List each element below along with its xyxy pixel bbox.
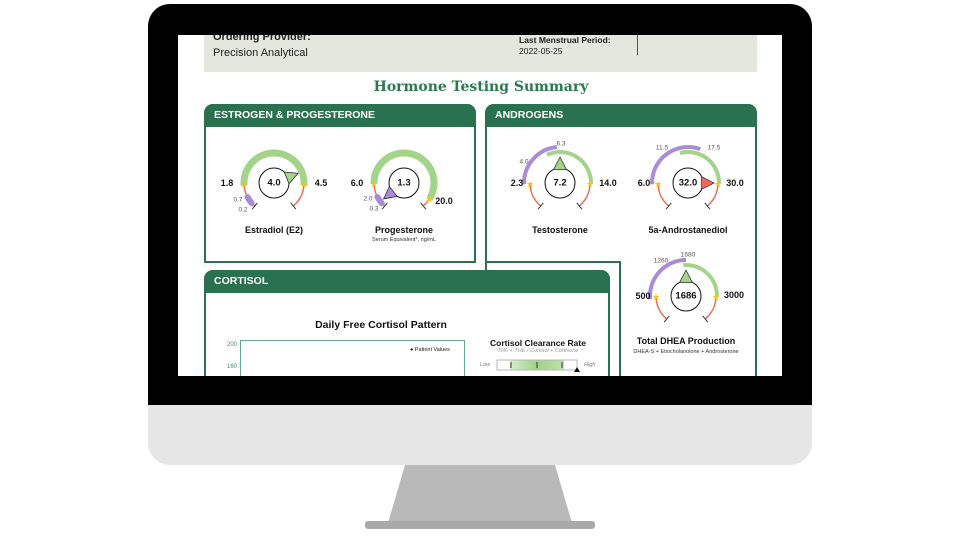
dhea-value: 1686 xyxy=(675,290,697,302)
cortisol-chart-area xyxy=(240,340,465,376)
lmp-value: 2022-05-25 xyxy=(519,46,563,56)
legend-label: Patient Values xyxy=(414,347,450,353)
testosterone-range-label: 4.0 xyxy=(519,158,529,166)
star-icon: ★ xyxy=(300,180,308,190)
clearance-low-label: Low xyxy=(480,362,491,368)
star-icon: ★ xyxy=(526,179,534,189)
dhea-range-label: 1680 xyxy=(680,251,696,259)
androstanediol-range-label: 11.5 xyxy=(655,144,669,152)
cortisol-panel-header: CORTISOL xyxy=(204,270,610,293)
progesterone-range-label: 2.0 xyxy=(363,195,373,203)
clearance-title: Cortisol Clearance Rate xyxy=(490,338,586,348)
progesterone-name: Progesterone xyxy=(374,225,434,235)
estradiol-range-label: 0.2 xyxy=(238,206,248,214)
star-icon: ★ xyxy=(714,179,722,189)
screen: Ordering Provider: Precision Analytical … xyxy=(178,35,782,376)
value-pointer-icon xyxy=(553,156,567,170)
chart-legend: ● Patient Values xyxy=(410,347,450,353)
dhea-subtitle: DHEA-S + Etiocholanolone + Androsterone xyxy=(633,349,739,355)
star-icon: ★ xyxy=(712,292,720,302)
androstanediol-value: 32.0 xyxy=(678,177,698,189)
estradiol-high-label: 4.5 xyxy=(314,178,328,188)
divider xyxy=(637,35,638,55)
value-pointer-icon xyxy=(701,176,715,190)
testosterone-high-label: 14.0 xyxy=(599,178,617,188)
testosterone-range-label: 6.3 xyxy=(556,140,566,148)
estradiol-low-label: 1.8 xyxy=(220,178,234,188)
dhea-name: Total DHEA Production xyxy=(636,336,736,346)
purple-range-arc xyxy=(374,194,385,207)
clearance-formula: THF + THE / Cortisol + Cortisone xyxy=(497,348,579,354)
progesterone-high-label: 20.0 xyxy=(435,196,453,206)
cortisol-chart-title: Daily Free Cortisol Pattern xyxy=(315,319,447,331)
progesterone-subtitle: Serum Equivalent*, ng/mL xyxy=(372,237,436,243)
star-icon: ★ xyxy=(370,179,378,189)
androstanediol-low-label: 6.0 xyxy=(637,178,651,188)
purple-range-arc xyxy=(244,194,255,207)
androstanediol-high-label: 30.0 xyxy=(726,178,744,188)
dhea-high-label: 3000 xyxy=(723,290,745,300)
estradiol-value: 4.0 xyxy=(267,177,281,189)
dhea-low-label: 500 xyxy=(635,291,651,301)
y-tick-160: 160 xyxy=(227,364,238,370)
clearance-high-label: High xyxy=(584,362,596,368)
page-title: Hormone Testing Summary xyxy=(373,79,589,95)
stand-neck xyxy=(388,465,572,523)
testosterone-name: Testosterone xyxy=(532,225,588,235)
lmp-label: Last Menstrual Period: xyxy=(519,35,611,45)
progesterone-value: 1.3 xyxy=(397,177,411,189)
estrogen-panel-header: ESTROGEN & PROGESTERONE xyxy=(204,104,476,127)
progesterone-low-label: 6.0 xyxy=(350,178,364,188)
estradiol-name: Estradiol (E2) xyxy=(244,225,304,235)
star-icon: ★ xyxy=(586,179,594,189)
testosterone-value: 7.2 xyxy=(553,177,567,189)
progesterone-range-label: 0.3 xyxy=(369,205,379,213)
estradiol-range-label: 0.7 xyxy=(233,196,243,204)
dhea-range-label: 1260 xyxy=(653,257,669,265)
clearance-bar xyxy=(496,359,580,372)
star-icon: ★ xyxy=(654,179,662,189)
androstanediol-range-label: 17.5 xyxy=(707,144,721,152)
value-pointer-icon xyxy=(679,269,693,283)
y-tick-200: 200 xyxy=(227,342,238,348)
star-icon: ★ xyxy=(425,194,433,204)
testosterone-low-label: 2.3 xyxy=(510,178,524,188)
star-icon: ★ xyxy=(240,180,248,190)
androgens-panel-header: ANDROGENS xyxy=(485,104,757,127)
stand-base xyxy=(365,521,595,529)
ordering-provider-label: Ordering Provider: xyxy=(213,35,311,43)
monitor-chin xyxy=(148,405,812,465)
ordering-provider-value: Precision Analytical xyxy=(213,47,308,59)
monitor-stand xyxy=(365,465,595,529)
star-icon: ★ xyxy=(652,292,660,302)
androstanediol-name: 5a-Androstanediol xyxy=(648,225,728,235)
